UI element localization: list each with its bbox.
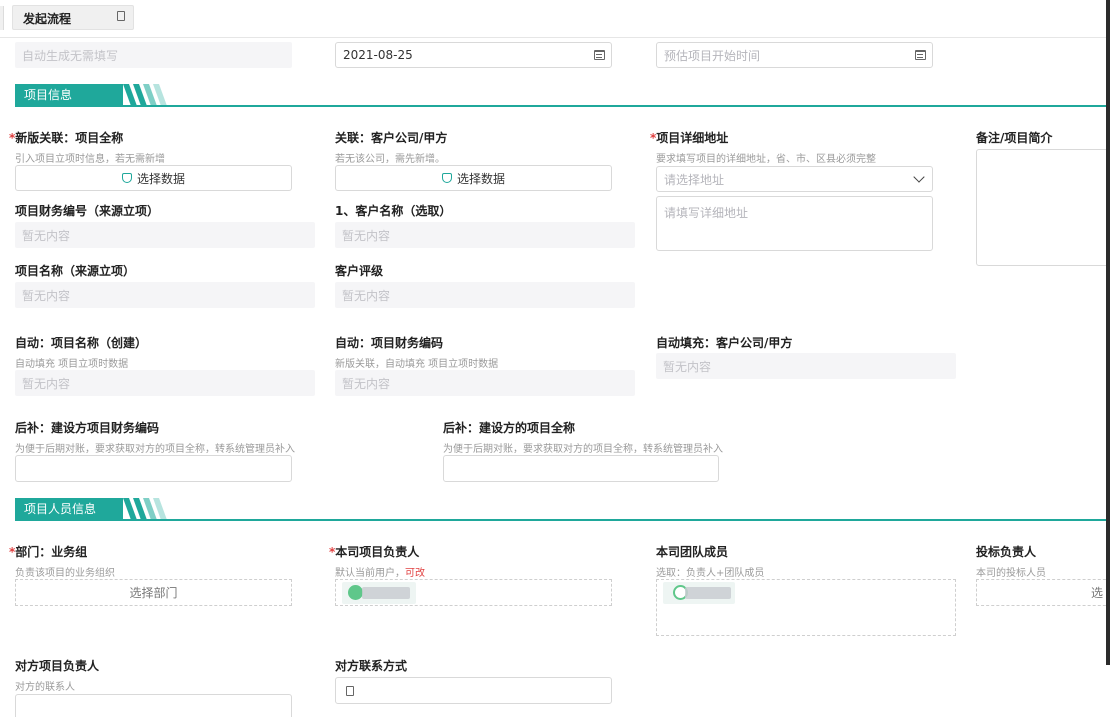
auto-client-company-field: 暂无内容 — [656, 353, 956, 379]
section-stripes — [123, 84, 167, 106]
counterpart-contact-label: 对方联系方式 — [335, 659, 408, 673]
auto-finance-code-field: 暂无内容 — [335, 370, 635, 396]
owner-picker[interactable] — [335, 579, 612, 606]
builder-finance-code-hint: 为便于后期对账，要求获取对方的项目全称，转系统管理员补入 — [15, 444, 295, 455]
select-bid-owner-button[interactable]: 选 — [976, 579, 1110, 606]
date-field[interactable]: 2021-08-25 — [335, 42, 612, 68]
section-title: 项目信息 — [15, 84, 123, 106]
section-header-people: 项目人员信息 — [15, 498, 1110, 521]
finance-no-label: 项目财务编号（来源立项） — [15, 204, 160, 218]
start-time-placeholder: 预估项目开始时间 — [664, 48, 761, 63]
address-label: *项目详细地址 — [650, 131, 729, 145]
project-fullname-hint: 引入项目立项时信息，若无需新增 — [15, 154, 165, 165]
chevron-down-icon[interactable] — [913, 171, 925, 183]
counterpart-owner-label: 对方项目负责人 — [15, 659, 100, 673]
section-header-project: 项目信息 — [15, 84, 1110, 107]
project-name-label: 项目名称（来源立项） — [15, 264, 136, 278]
owner-label: *本司项目负责人 — [329, 545, 420, 559]
section-stripes — [123, 498, 167, 520]
remark-label: 备注/项目简介 — [976, 131, 1053, 145]
auto-number-field: 自动生成无需填写 — [15, 42, 292, 68]
client-name-field: 暂无内容 — [335, 222, 635, 248]
calendar-icon[interactable] — [594, 50, 605, 60]
team-label: 本司团队成员 — [656, 545, 729, 559]
counterpart-owner-input[interactable] — [15, 694, 292, 717]
project-fullname-label: *新版关联：项目全称 — [9, 131, 124, 145]
builder-project-name-hint: 为便于后期对账，要求获取对方的项目全称，转系统管理员补入 — [443, 444, 723, 455]
remark-textarea[interactable] — [976, 149, 1110, 266]
auto-project-name-hint: 自动填充 项目立项时数据 — [15, 359, 129, 370]
address-detail-textarea[interactable]: 请填写详细地址 — [656, 196, 933, 251]
select-data-button[interactable]: 选择数据 — [15, 165, 292, 191]
database-icon — [121, 173, 132, 183]
builder-finance-code-label: 后补：建设方项目财务编码 — [15, 421, 160, 435]
auto-project-name-field: 暂无内容 — [15, 370, 315, 396]
start-time-field[interactable]: 预估项目开始时间 — [656, 42, 933, 68]
finance-no-field: 暂无内容 — [15, 222, 315, 248]
phone-icon — [346, 686, 354, 696]
section-line — [15, 105, 1110, 107]
avatar — [348, 585, 363, 600]
address-hint: 要求填写项目的详细地址，省、市、区县必须完整 — [656, 154, 876, 165]
tab-bar: 发起流程 — [0, 0, 1110, 38]
client-rating-field: 暂无内容 — [335, 282, 635, 308]
select-client-button[interactable]: 选择数据 — [335, 165, 612, 191]
user-chip[interactable] — [663, 582, 735, 604]
user-name-redacted — [362, 587, 410, 599]
team-picker[interactable] — [656, 579, 956, 636]
section-title: 项目人员信息 — [15, 498, 123, 520]
auto-client-company-label: 自动填充：客户公司/甲方 — [656, 336, 793, 350]
bid-owner-label: 投标负责人 — [976, 545, 1037, 559]
section-line — [15, 519, 1110, 521]
department-label: *部门：业务组 — [9, 545, 88, 559]
client-company-label: 关联：客户公司/甲方 — [335, 131, 448, 145]
auto-number-placeholder: 自动生成无需填写 — [22, 48, 119, 63]
builder-finance-code-input[interactable] — [15, 455, 292, 482]
calendar-icon[interactable] — [915, 50, 926, 60]
bid-owner-hint: 本司的投标人员 — [976, 568, 1046, 579]
database-icon — [441, 173, 452, 183]
user-name-redacted — [685, 587, 731, 599]
counterpart-contact-input[interactable] — [335, 677, 612, 704]
close-icon[interactable] — [117, 11, 125, 21]
project-name-field: 暂无内容 — [15, 282, 315, 308]
tab-label: 发起流程 — [23, 12, 72, 26]
scrollbar[interactable] — [1106, 0, 1110, 665]
tab-start-process[interactable]: 发起流程 — [12, 5, 134, 30]
team-hint: 选取：负责人+团队成员 — [656, 568, 765, 579]
date-value: 2021-08-25 — [343, 48, 413, 62]
auto-finance-code-hint: 新版关联，自动填充 项目立项时数据 — [335, 359, 499, 370]
user-chip[interactable] — [342, 582, 416, 604]
counterpart-owner-hint: 对方的联系人 — [15, 682, 75, 693]
address-select[interactable]: 请选择地址 — [656, 166, 933, 192]
client-name-label: 1、客户名称（选取） — [335, 204, 452, 218]
owner-hint: 默认当前用户，可改 — [335, 568, 425, 579]
builder-project-name-label: 后补：建设方的项目全称 — [443, 421, 576, 435]
builder-project-name-input[interactable] — [443, 455, 719, 482]
select-department-button[interactable]: 选择部门 — [15, 579, 292, 606]
auto-finance-code-label: 自动：项目财务编码 — [335, 336, 444, 350]
auto-project-name-label: 自动：项目名称（创建） — [15, 336, 148, 350]
client-company-hint: 若无该公司，需先新增。 — [335, 154, 445, 165]
department-hint: 负责该项目的业务组织 — [15, 568, 115, 579]
tab-previous[interactable] — [0, 6, 4, 30]
client-rating-label: 客户评级 — [335, 264, 384, 278]
